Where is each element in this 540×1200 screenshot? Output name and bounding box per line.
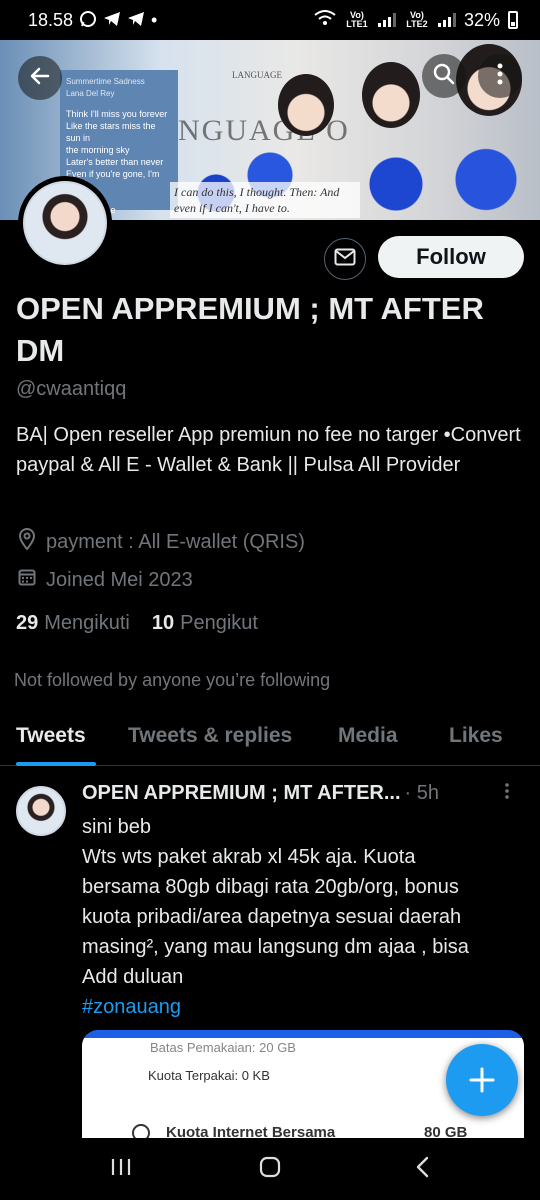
compose-tweet-button[interactable] [446,1044,518,1116]
banner-sign-small: LANGUAGE [232,70,282,80]
tab-tweets[interactable]: Tweets [16,724,86,748]
whatsapp-icon [79,10,97,31]
profile-joined: Joined Mei 2023 [46,568,193,591]
tweet-time: · 5h [404,782,439,804]
profile-bio: BA| Open reseller App premiun no fee no … [16,424,521,476]
back-button[interactable] [18,56,62,100]
note-line: Think I'll miss you forever [66,109,168,119]
system-navigation-bar [0,1138,540,1200]
follow-button[interactable]: Follow [378,236,524,278]
mail-icon [334,248,356,271]
note-title: Summertime Sadness [66,77,145,86]
tab-tweets-replies[interactable]: Tweets & replies [128,724,292,748]
more-options-button[interactable] [478,54,522,98]
tweet-header: OPEN APPREMIUM ; MT AFTER... · 5h [82,782,502,805]
search-button[interactable] [422,54,466,98]
media-line-3-value: 80 GB [424,1124,468,1138]
location-pin-icon [18,528,36,556]
arrow-left-icon [28,64,52,93]
signal-icon-1 [377,13,396,27]
sim2-label: Vo) LTE2 [406,10,428,29]
following-count: 29 [16,612,39,634]
media-line-1: Batas Pemakaian: 20 GB [150,1040,296,1055]
tweet-hashtag[interactable]: #zonauang [82,996,181,1018]
plus-icon [469,1058,495,1103]
not-followed-notice: Not followed by anyone you’re following [14,670,331,690]
status-time: 18.58 [28,9,74,30]
recent-apps-button[interactable] [110,1156,132,1183]
note-subtitle: Lana Del Rey [66,89,115,98]
telegram-icon [103,11,121,30]
more-vertical-icon [505,782,509,804]
signal-icon-2 [437,13,456,27]
followers-link[interactable]: 10 Pengikut [152,612,258,635]
wifi-icon [314,9,336,31]
media-line-3: Kuota Internet Bersama [166,1124,336,1138]
tweet-text-container: sini beb Wts wts paket akrab xl 45k aja.… [82,812,492,1022]
follow-counts: 29 Mengikuti 10 Pengikut [16,612,258,635]
home-icon [259,1156,281,1182]
more-vertical-icon [497,63,503,90]
profile-location-row: payment : All E-wallet (QRIS) [18,528,305,556]
globe-icon [132,1124,150,1138]
tab-likes[interactable]: Likes [449,724,503,748]
banner-quote: I can do this, I thought. Then: And even… [170,182,360,218]
calendar-icon [18,568,36,592]
recents-icon [110,1159,132,1182]
system-back-button[interactable] [414,1156,432,1183]
profile-location: payment : All E-wallet (QRIS) [46,530,305,553]
media-line-2: Kuota Terpakai: 0 KB [148,1068,270,1083]
home-button[interactable] [259,1156,281,1183]
profile-joined-row: Joined Mei 2023 [18,568,193,592]
tweet-avatar[interactable] [16,786,66,836]
tweet-more-button[interactable] [505,782,509,805]
search-icon [432,62,456,91]
tweet-author-name[interactable]: OPEN APPREMIUM ; MT AFTER... [82,782,401,805]
note-line: Like the stars miss the sun in [66,121,156,143]
profile-tabs: Tweets Tweets & replies Media Likes [0,710,540,766]
telegram-icon-2 [127,11,145,30]
message-button[interactable] [324,238,366,280]
followers-label: Pengikut [180,612,258,634]
note-line: Later's better than never [66,157,164,167]
banner-person-2 [362,62,420,128]
battery-icon [508,11,518,29]
active-tab-indicator [16,762,96,766]
followers-count: 10 [151,612,175,634]
status-dot: • [151,9,158,30]
banner-person-1 [278,74,334,136]
tweet-text: sini beb Wts wts paket akrab xl 45k aja.… [82,816,469,988]
following-link[interactable]: 29 Mengikuti [16,612,130,635]
profile-handle: @cwaantiqq [16,378,127,400]
status-bar: 18.58 • Vo) LTE1 Vo) LTE2 32% [0,0,540,40]
profile-display-name: OPEN APPREMIUM ; MT AFTER DM [16,291,484,368]
profile-avatar[interactable] [18,176,112,270]
avatar-image [23,181,107,265]
sim1-label: Vo) LTE1 [346,10,368,29]
tab-media[interactable]: Media [338,724,398,748]
following-label: Mengikuti [44,612,130,634]
chevron-left-icon [414,1156,432,1182]
battery-percent: 32% [463,9,500,30]
note-line: the morning sky [66,145,130,155]
